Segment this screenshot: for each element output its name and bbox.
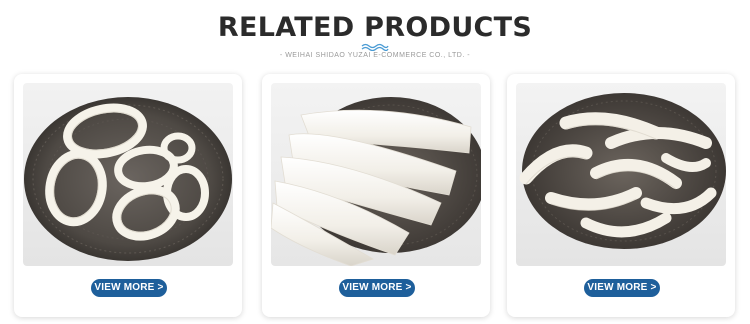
product-card-1[interactable]: VIEW MORE >	[14, 74, 242, 317]
product-card-2[interactable]: VIEW MORE >	[262, 74, 490, 317]
product-card-3[interactable]: VIEW MORE >	[507, 74, 735, 317]
wave-icon	[361, 43, 389, 51]
product-image-1[interactable]	[23, 83, 233, 266]
view-more-button-1[interactable]: VIEW MORE >	[91, 279, 167, 297]
view-more-button-2[interactable]: VIEW MORE >	[339, 279, 415, 297]
product-image-3[interactable]	[516, 83, 726, 266]
product-image-2[interactable]	[271, 83, 481, 266]
section-title: RELATED PRODUCTS	[217, 12, 533, 43]
view-more-button-3[interactable]: VIEW MORE >	[584, 279, 660, 297]
section-subtitle: - WEIHAI SHIDAO YUZAI E-COMMERCE CO., LT…	[279, 52, 471, 59]
